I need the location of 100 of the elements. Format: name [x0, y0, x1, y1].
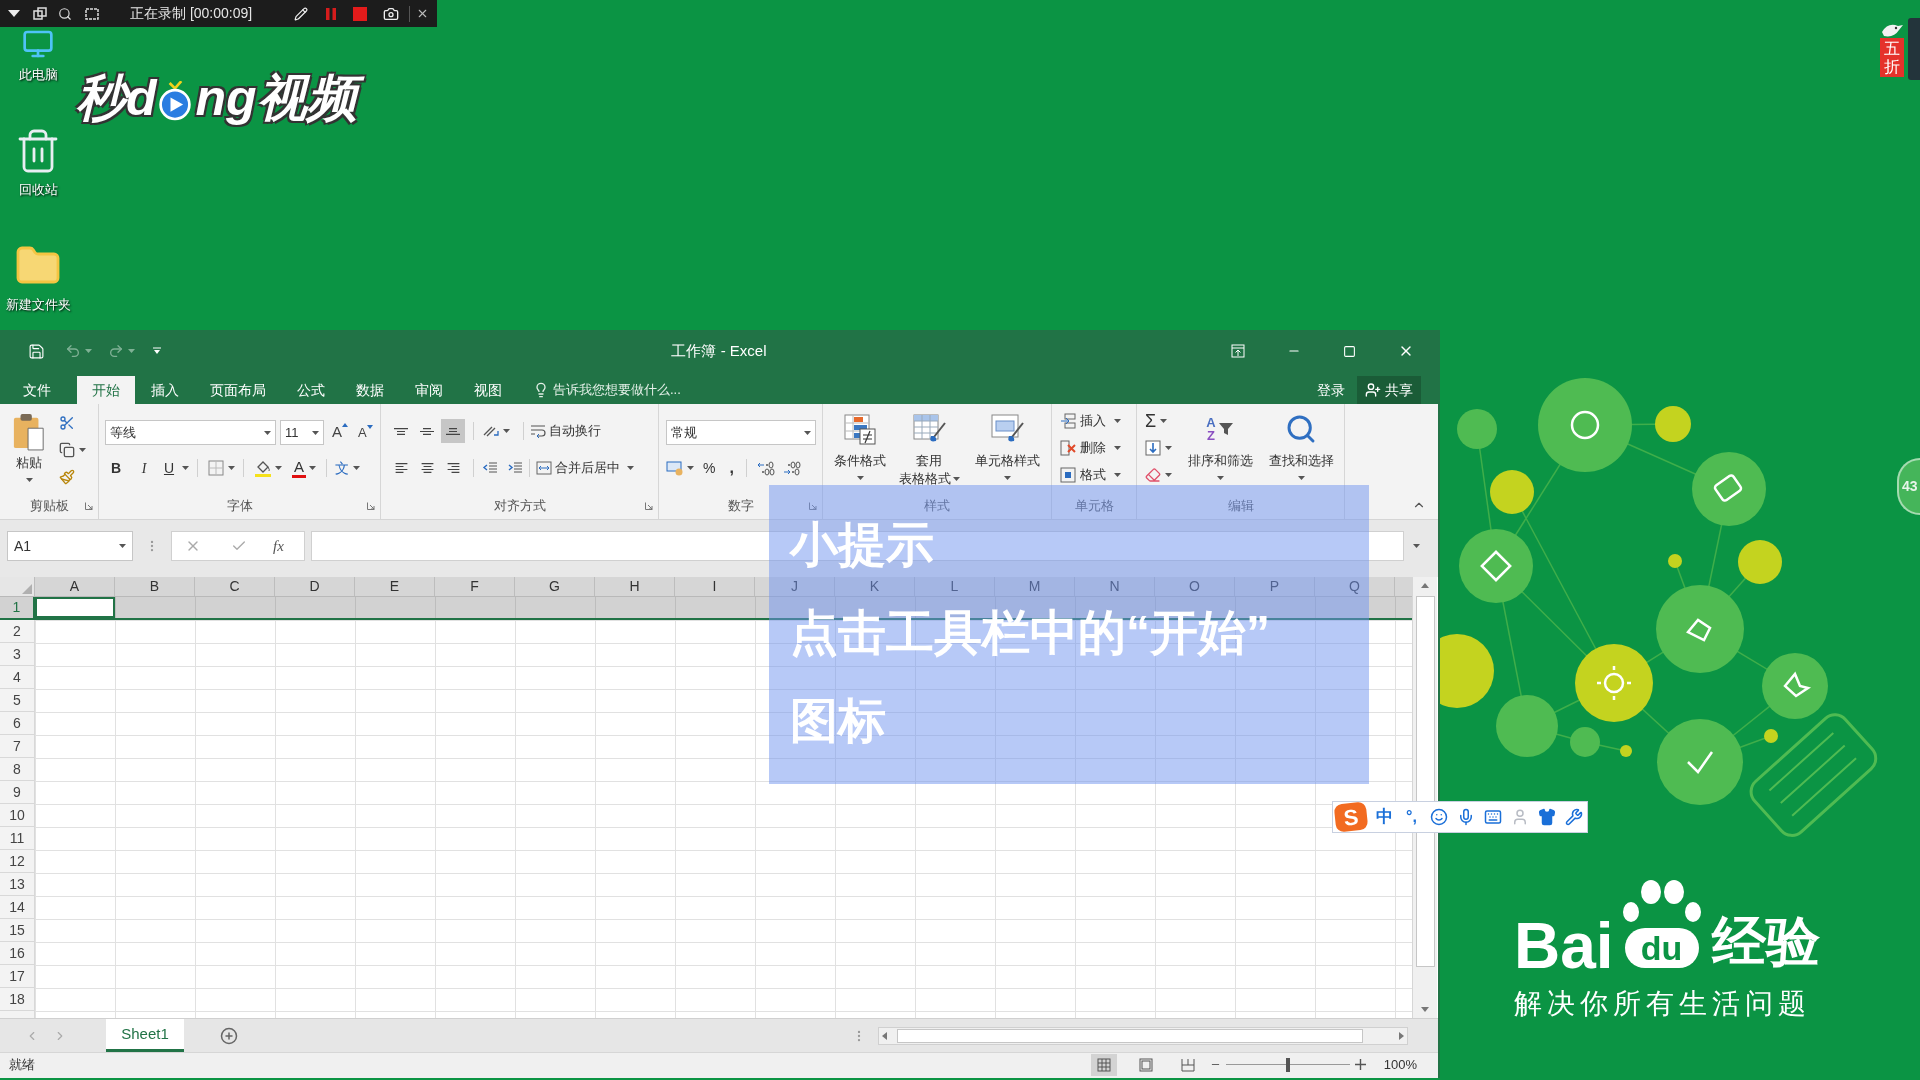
increase-indent-icon[interactable] [507, 460, 523, 476]
row-header[interactable]: 17 [0, 965, 35, 988]
caret-icon[interactable] [275, 466, 282, 470]
region-select-icon[interactable] [85, 6, 99, 21]
comma-style-button[interactable]: , [729, 456, 734, 480]
paste-button[interactable]: 粘贴 [10, 413, 48, 485]
desktop-icon-label[interactable]: 此电脑 [18, 66, 58, 84]
dialog-launcher-icon[interactable] [367, 502, 375, 511]
ribbon-tab[interactable]: 插入 [136, 376, 194, 404]
caret-icon[interactable] [1003, 476, 1011, 480]
shrink-font-button[interactable]: A [358, 422, 373, 443]
number-format-dropdown[interactable]: 常规 [666, 420, 816, 445]
phonetic-guide-button[interactable]: 文 [335, 457, 349, 479]
desktop-icon-label[interactable]: 新建文件夹 [5, 296, 71, 314]
row-header[interactable]: 15 [0, 919, 35, 942]
stop-icon[interactable] [353, 6, 367, 21]
caret-icon[interactable] [1297, 476, 1305, 480]
dropdown-icon[interactable] [8, 10, 20, 17]
desktop-icon-label[interactable]: 回收站 [18, 181, 58, 199]
shirt-icon[interactable] [1537, 808, 1556, 826]
add-sheet-icon[interactable] [220, 1026, 238, 1045]
scroll-right-icon[interactable] [1399, 1031, 1404, 1040]
caret-icon[interactable] [119, 544, 126, 548]
merge-center-button[interactable]: 合并后居中 [536, 458, 634, 478]
column-header[interactable]: E [355, 577, 435, 596]
smiley-icon[interactable] [1429, 808, 1448, 826]
underline-button[interactable]: U [158, 457, 180, 479]
wrench-icon[interactable] [1564, 808, 1583, 826]
windows-icon[interactable] [33, 6, 47, 21]
row-header[interactable]: 11 [0, 827, 35, 850]
column-header[interactable]: F [435, 577, 515, 596]
pause-icon[interactable] [324, 6, 338, 21]
font-name-dropdown[interactable]: 等线 [105, 420, 276, 445]
column-header[interactable]: I [675, 577, 755, 596]
punctuation-button[interactable]: °, [1406, 805, 1417, 829]
align-center-icon[interactable] [420, 463, 434, 473]
caret-icon[interactable] [804, 430, 811, 435]
row-header[interactable]: 18 [0, 988, 35, 1011]
caret-icon[interactable] [1165, 446, 1172, 450]
row-header[interactable]: 12 [0, 850, 35, 873]
caret-icon[interactable] [503, 429, 510, 433]
copy-icon[interactable] [59, 442, 75, 458]
zoom-slider[interactable] [1225, 1057, 1350, 1072]
row-header[interactable]: 2 [0, 620, 35, 643]
caret-icon[interactable] [952, 477, 960, 481]
column-header[interactable]: H [595, 577, 675, 596]
sign-in-link[interactable]: 登录 [1317, 379, 1345, 401]
ribbon-tab[interactable]: 开始 [77, 376, 135, 404]
ribbon-tab[interactable]: 页面布局 [195, 376, 281, 404]
scroll-up-icon[interactable] [1421, 583, 1429, 588]
search-icon[interactable] [58, 6, 72, 21]
caret-icon[interactable] [1114, 446, 1121, 450]
caret-icon[interactable] [309, 466, 316, 470]
caret-icon[interactable] [264, 430, 271, 435]
caret-icon[interactable] [312, 430, 319, 435]
caret-icon[interactable] [228, 466, 235, 470]
view-button[interactable] [1090, 1053, 1117, 1076]
caret-icon[interactable] [856, 476, 864, 480]
camera-icon[interactable] [383, 5, 399, 22]
percent-button[interactable]: % [703, 457, 716, 479]
sort-filter-button[interactable]: A Z 排序和筛选 [1184, 413, 1256, 487]
caret-icon[interactable] [1114, 473, 1121, 477]
row-header[interactable]: 3 [0, 643, 35, 666]
format-as-table-button[interactable]: 套用 表格格式 [891, 413, 967, 487]
dialog-launcher-icon[interactable] [85, 502, 93, 511]
caret-icon[interactable] [687, 466, 694, 470]
ribbon-display-icon[interactable] [1231, 344, 1245, 358]
align-right-icon[interactable] [446, 463, 460, 473]
column-header[interactable]: G [515, 577, 595, 596]
align-left-icon[interactable] [394, 463, 408, 473]
scroll-left-icon[interactable] [882, 1031, 887, 1040]
ribbon-tab[interactable]: 文件 [8, 376, 66, 404]
share-button[interactable]: 共享 [1357, 376, 1421, 404]
font-color-button[interactable]: A [292, 458, 306, 478]
delete-button[interactable]: 删除 [1060, 436, 1136, 460]
caret-icon[interactable] [182, 466, 189, 470]
column-header[interactable]: B [115, 577, 195, 596]
increase-decimal-icon[interactable] [756, 460, 775, 476]
column-header[interactable]: C [195, 577, 275, 596]
row-header[interactable]: 1 [0, 597, 35, 620]
fill-down-icon[interactable] [1145, 440, 1161, 456]
eraser-icon[interactable] [1145, 467, 1161, 483]
bold-button[interactable]: B [105, 457, 127, 479]
caret-icon[interactable] [25, 478, 33, 482]
caret-icon[interactable] [1216, 476, 1224, 480]
dialog-launcher-icon[interactable] [645, 502, 653, 511]
caret-icon[interactable] [1160, 419, 1168, 423]
scrollbar-thumb[interactable] [897, 1028, 1363, 1043]
caret-icon[interactable] [353, 466, 360, 470]
caret-icon[interactable] [1114, 419, 1121, 423]
insert-button[interactable]: 插入 [1060, 409, 1136, 433]
column-header[interactable]: A [35, 577, 115, 596]
discount-tag[interactable]: 五折 [1880, 38, 1904, 78]
customize-toolbar-icon[interactable] [153, 347, 161, 355]
scroll-down-icon[interactable] [1421, 1007, 1429, 1012]
decrease-decimal-icon[interactable] [782, 460, 801, 476]
font-size-dropdown[interactable]: 11 [280, 420, 324, 445]
row-header[interactable]: 13 [0, 873, 35, 896]
name-box[interactable]: A1 [7, 531, 133, 561]
active-cell[interactable] [35, 597, 115, 618]
